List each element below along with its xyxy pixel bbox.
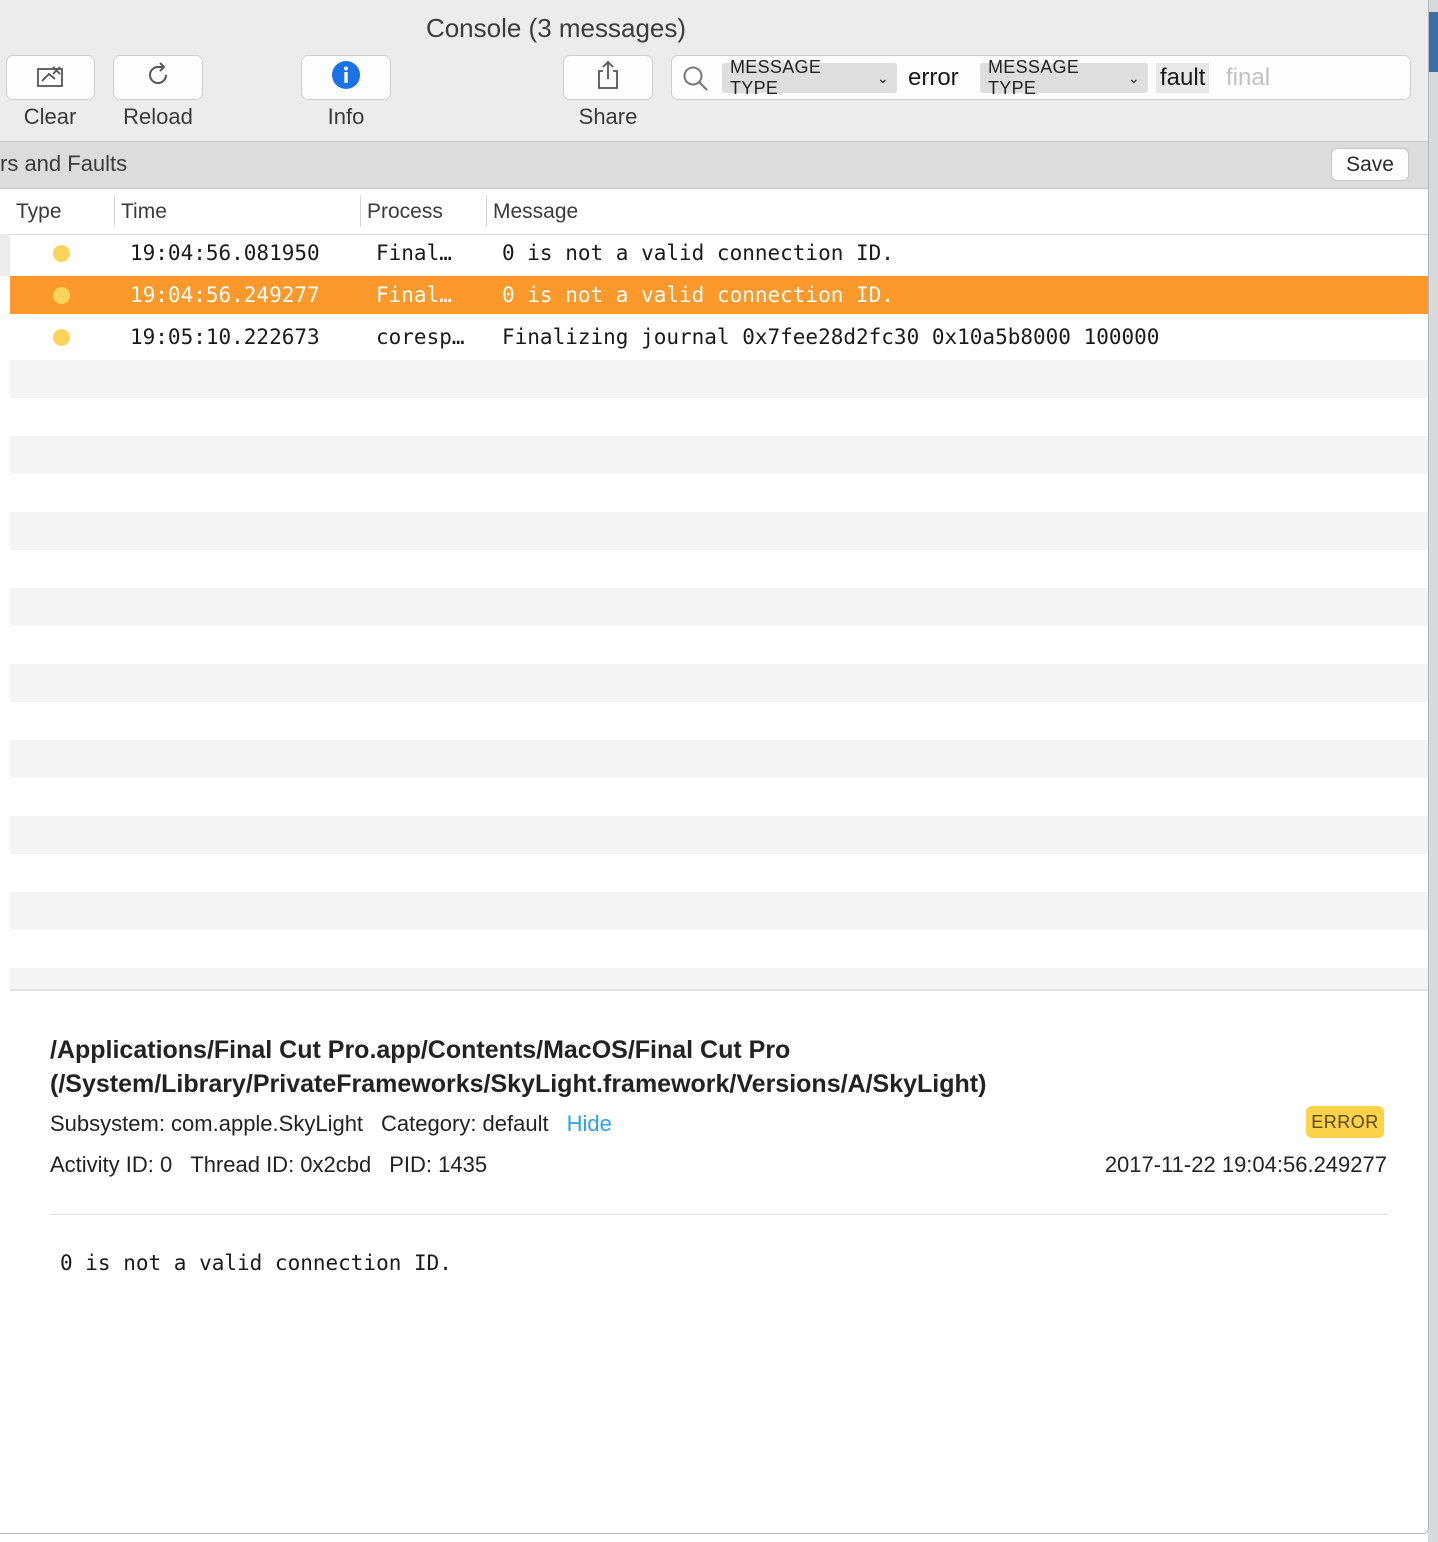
- share-button[interactable]: [563, 55, 653, 100]
- detail-activity-id: Activity ID: 0: [50, 1152, 173, 1177]
- row-message: 0 is not a valid connection ID.: [502, 241, 894, 265]
- save-button[interactable]: Save: [1331, 148, 1409, 181]
- filter-name[interactable]: rs and Faults: [0, 151, 127, 177]
- reload-label: Reload: [123, 104, 193, 129]
- hide-link[interactable]: Hide: [567, 1111, 612, 1136]
- chevron-down-icon: ⌄: [876, 69, 889, 86]
- error-badge: ERROR: [1306, 1106, 1384, 1138]
- row-time: 19:05:10.222673: [130, 325, 320, 349]
- row-process: Final…: [376, 241, 452, 265]
- left-gutter: [0, 234, 10, 989]
- detail-path: /Applications/Final Cut Pro.app/Contents…: [50, 1036, 987, 1098]
- detail-subsystem: Subsystem: com.apple.SkyLight: [50, 1111, 364, 1136]
- error-type-dot-icon: [53, 245, 70, 262]
- detail-pid: PID: 1435: [389, 1152, 488, 1177]
- table-row-selected[interactable]: 19:04:56.249277 Final… 0 is not a valid …: [10, 276, 1428, 314]
- column-header-process[interactable]: Process: [361, 189, 486, 234]
- empty-row: [10, 512, 1428, 550]
- search-field[interactable]: MESSAGE TYPE ⌄ error MESSAGE TYPE ⌄ faul…: [671, 55, 1411, 100]
- background-window-edge: [1428, 0, 1438, 1542]
- share-label: Share: [578, 104, 638, 129]
- message-table: 19:04:56.081950 Final… 0 is not a valid …: [10, 234, 1428, 989]
- row-message: Finalizing journal 0x7fee28d2fc30 0x10a5…: [502, 325, 1160, 349]
- search-icon: [682, 65, 710, 98]
- empty-row: [10, 968, 1428, 989]
- reload-button[interactable]: [113, 55, 203, 100]
- empty-row: [10, 360, 1428, 398]
- empty-row: [10, 588, 1428, 626]
- detail-divider: [50, 1214, 1388, 1215]
- detail-category: Category: default: [381, 1111, 549, 1136]
- console-window: Console (3 messages) Clear Reload Info S…: [0, 0, 1429, 1534]
- filter-bar: rs and Faults Save: [0, 142, 1428, 189]
- table-row[interactable]: 19:04:56.081950 Final… 0 is not a valid …: [10, 234, 1428, 272]
- detail-ids-line: Activity ID: 0 Thread ID: 0x2cbd PID: 1435: [50, 1152, 505, 1178]
- toolbar: Console (3 messages) Clear Reload Info S…: [0, 0, 1428, 142]
- search-input-text[interactable]: final: [1226, 63, 1270, 93]
- search-token-value-1[interactable]: error: [904, 63, 963, 93]
- empty-row: [10, 892, 1428, 930]
- error-type-dot-icon: [53, 287, 70, 304]
- column-header-message[interactable]: Message: [487, 189, 1387, 234]
- gutter-highlight: [0, 234, 10, 276]
- detail-timestamp: 2017-11-22 19:04:56.249277: [1104, 1152, 1387, 1177]
- detail-thread-id: Thread ID: 0x2cbd: [190, 1152, 372, 1177]
- share-icon: [594, 59, 622, 96]
- table-row[interactable]: 19:05:10.222673 coresp… Finalizing journ…: [10, 318, 1428, 356]
- column-header-type[interactable]: Type: [10, 189, 114, 234]
- row-time: 19:04:56.249277: [130, 283, 320, 307]
- clear-icon: [35, 61, 67, 94]
- window-title: Console (3 messages): [425, 13, 687, 43]
- empty-row: [10, 740, 1428, 778]
- empty-row: [10, 816, 1428, 854]
- column-header-time[interactable]: Time: [115, 189, 360, 234]
- chevron-down-icon: ⌄: [1127, 69, 1140, 86]
- row-message: 0 is not a valid connection ID.: [502, 283, 894, 307]
- token-key-label: MESSAGE TYPE: [730, 57, 822, 98]
- info-button[interactable]: [301, 55, 391, 100]
- search-token-key-1[interactable]: MESSAGE TYPE ⌄: [722, 57, 897, 98]
- search-token-value-2[interactable]: fault: [1156, 63, 1210, 93]
- reload-icon: [144, 61, 172, 94]
- info-icon: [331, 60, 361, 95]
- row-process: Final…: [376, 283, 452, 307]
- empty-row: [10, 664, 1428, 702]
- empty-row: [10, 436, 1428, 474]
- detail-subsystem-line: Subsystem: com.apple.SkyLight Category: d…: [50, 1111, 630, 1137]
- row-process: coresp…: [376, 325, 465, 349]
- token-key-label: MESSAGE TYPE: [988, 57, 1080, 98]
- background-window-mark: [1428, 12, 1438, 72]
- row-time: 19:04:56.081950: [130, 241, 320, 265]
- error-type-dot-icon: [53, 329, 70, 346]
- detail-pane: /Applications/Final Cut Pro.app/Contents…: [0, 991, 1428, 1533]
- clear-button[interactable]: [6, 55, 95, 100]
- table-header: Type Time Process Message: [10, 189, 1428, 235]
- info-label: Info: [327, 104, 365, 129]
- detail-message: 0 is not a valid connection ID.: [60, 1251, 452, 1275]
- search-token-key-2[interactable]: MESSAGE TYPE ⌄: [980, 57, 1148, 98]
